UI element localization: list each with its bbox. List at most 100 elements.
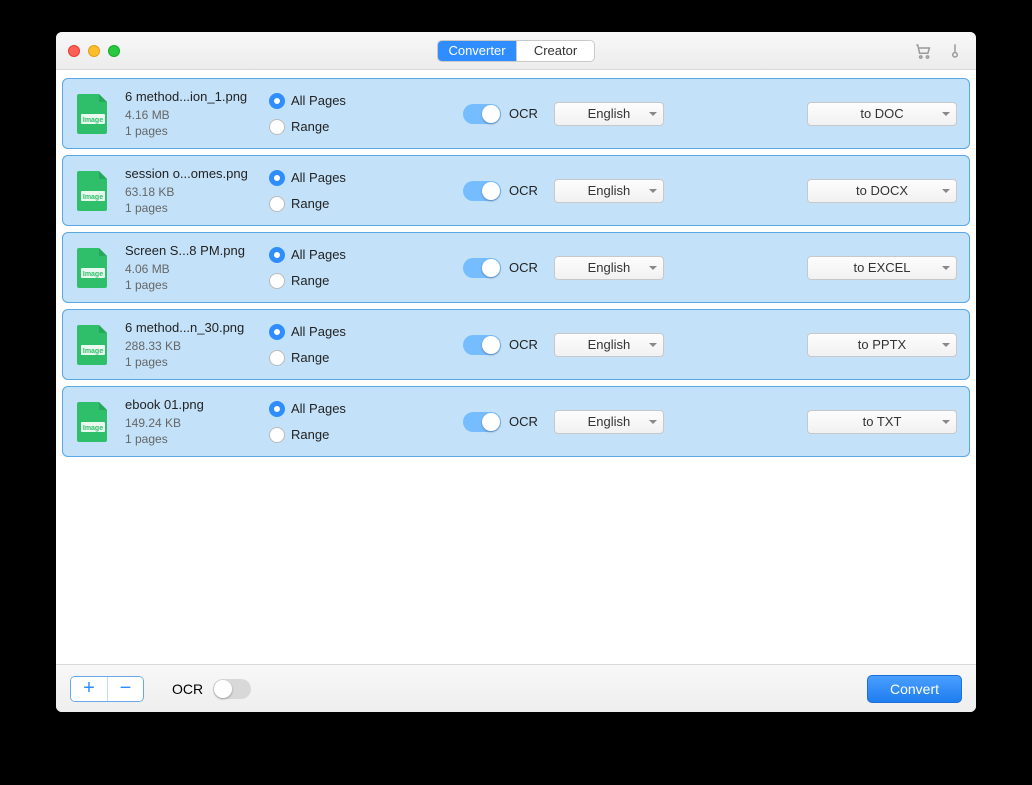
- format-select[interactable]: to DOC: [807, 102, 957, 126]
- file-row[interactable]: Image Screen S...8 PM.png 4.06 MB 1 pages Al…: [62, 232, 970, 303]
- file-type-icon: Image: [75, 169, 111, 213]
- radio-range-label: Range: [291, 273, 329, 288]
- thermometer-icon[interactable]: [946, 42, 964, 60]
- radio-all-pages-label: All Pages: [291, 247, 346, 262]
- tab-converter[interactable]: Converter: [438, 41, 516, 61]
- mode-segmented-control: Converter Creator: [437, 40, 595, 62]
- radio-all-pages[interactable]: All Pages: [269, 247, 389, 263]
- radio-all-pages-label: All Pages: [291, 324, 346, 339]
- tab-creator[interactable]: Creator: [516, 41, 594, 61]
- format-select[interactable]: to TXT: [807, 410, 957, 434]
- remove-file-button[interactable]: −: [107, 677, 143, 701]
- file-pages: 1 pages: [125, 278, 265, 292]
- file-name: 6 method...ion_1.png: [125, 89, 265, 104]
- file-size: 4.16 MB: [125, 108, 265, 122]
- language-select-value: English: [588, 260, 631, 275]
- svg-text:Image: Image: [83, 348, 103, 355]
- file-name: ebook 01.png: [125, 397, 265, 412]
- file-info: ebook 01.png 149.24 KB 1 pages: [125, 397, 265, 446]
- svg-text:Image: Image: [83, 194, 103, 201]
- file-size: 63.18 KB: [125, 185, 265, 199]
- file-info: 6 method...n_30.png288.33 KB1 pages: [125, 320, 265, 369]
- file-list: Image 6 method...ion_1.png 4.16 MB 1 pages A…: [56, 70, 976, 664]
- minimize-window-button[interactable]: [88, 45, 100, 57]
- radio-range[interactable]: Range: [269, 350, 389, 366]
- row-ocr-label: OCR: [509, 106, 538, 121]
- language-select[interactable]: English: [554, 256, 664, 280]
- add-file-button[interactable]: +: [71, 677, 107, 701]
- format-select-value: to EXCEL: [853, 260, 910, 275]
- language-select[interactable]: English: [554, 102, 664, 126]
- radio-all-pages-label: All Pages: [291, 170, 346, 185]
- format-select-value: to PPTX: [858, 337, 906, 352]
- radio-range[interactable]: Range: [269, 273, 389, 289]
- language-select-value: English: [588, 183, 631, 198]
- page-selection: All Pages Range: [269, 93, 389, 135]
- app-window: Converter Creator Image 6 method...ion_1.…: [56, 32, 976, 712]
- footer-ocr-group: OCR: [172, 679, 251, 699]
- row-ocr-toggle[interactable]: [463, 335, 501, 355]
- file-info: Screen S...8 PM.png 4.06 MB 1 pages: [125, 243, 265, 292]
- language-select[interactable]: English: [554, 333, 664, 357]
- row-ocr-toggle[interactable]: [463, 412, 501, 432]
- radio-all-pages[interactable]: All Pages: [269, 324, 389, 340]
- file-info: session o...omes.png63.18 KB1 pages: [125, 166, 265, 215]
- file-row[interactable]: Imageebook 01.png149.24 KB1 pagesAll Pag…: [62, 386, 970, 457]
- page-selection: All Pages Range: [269, 401, 389, 443]
- file-size: 4.06 MB: [125, 262, 265, 276]
- format-select-value: to DOC: [860, 106, 903, 121]
- file-row[interactable]: Image6 method...ion_1.png4.16 MB1 pagesA…: [62, 78, 970, 149]
- radio-range[interactable]: Range: [269, 119, 389, 135]
- page-selection: All Pages Range: [269, 170, 389, 212]
- add-remove-control: + −: [70, 676, 144, 702]
- radio-range-label: Range: [291, 196, 329, 211]
- radio-all-pages-label: All Pages: [291, 401, 346, 416]
- cart-icon[interactable]: [914, 42, 932, 60]
- footer-bar: + − OCR Convert: [56, 664, 976, 712]
- ocr-group: OCR: [463, 412, 538, 432]
- language-select[interactable]: English: [554, 179, 664, 203]
- file-type-icon: Image: [75, 323, 111, 367]
- page-selection: All Pages Range: [269, 247, 389, 289]
- svg-text:Image: Image: [83, 117, 103, 124]
- file-pages: 1 pages: [125, 432, 265, 446]
- format-select[interactable]: to EXCEL: [807, 256, 957, 280]
- row-ocr-label: OCR: [509, 414, 538, 429]
- page-selection: All Pages Range: [269, 324, 389, 366]
- row-ocr-label: OCR: [509, 183, 538, 198]
- file-size: 149.24 KB: [125, 416, 265, 430]
- language-select-value: English: [588, 337, 631, 352]
- row-ocr-toggle[interactable]: [463, 181, 501, 201]
- language-select[interactable]: English: [554, 410, 664, 434]
- zoom-window-button[interactable]: [108, 45, 120, 57]
- file-name: 6 method...n_30.png: [125, 320, 265, 335]
- radio-range[interactable]: Range: [269, 196, 389, 212]
- convert-button[interactable]: Convert: [867, 675, 962, 703]
- ocr-group: OCR: [463, 258, 538, 278]
- ocr-group: OCR: [463, 335, 538, 355]
- footer-ocr-toggle[interactable]: [213, 679, 251, 699]
- format-select[interactable]: to DOCX: [807, 179, 957, 203]
- file-type-icon: Image: [75, 92, 111, 136]
- file-row[interactable]: Image6 method...n_30.png288.33 KB1 pages…: [62, 309, 970, 380]
- file-name: session o...omes.png: [125, 166, 265, 181]
- radio-all-pages[interactable]: All Pages: [269, 401, 389, 417]
- radio-all-pages[interactable]: All Pages: [269, 170, 389, 186]
- radio-range-label: Range: [291, 350, 329, 365]
- radio-all-pages[interactable]: All Pages: [269, 93, 389, 109]
- svg-text:Image: Image: [83, 271, 103, 278]
- file-name: Screen S...8 PM.png: [125, 243, 265, 258]
- window-controls: [68, 45, 120, 57]
- close-window-button[interactable]: [68, 45, 80, 57]
- footer-ocr-label: OCR: [172, 681, 203, 697]
- format-select-value: to DOCX: [856, 183, 908, 198]
- language-select-value: English: [588, 414, 631, 429]
- radio-range[interactable]: Range: [269, 427, 389, 443]
- row-ocr-toggle[interactable]: [463, 258, 501, 278]
- ocr-group: OCR: [463, 181, 538, 201]
- file-size: 288.33 KB: [125, 339, 265, 353]
- row-ocr-toggle[interactable]: [463, 104, 501, 124]
- format-select[interactable]: to PPTX: [807, 333, 957, 357]
- file-row[interactable]: Imagesession o...omes.png63.18 KB1 pages…: [62, 155, 970, 226]
- row-ocr-label: OCR: [509, 260, 538, 275]
